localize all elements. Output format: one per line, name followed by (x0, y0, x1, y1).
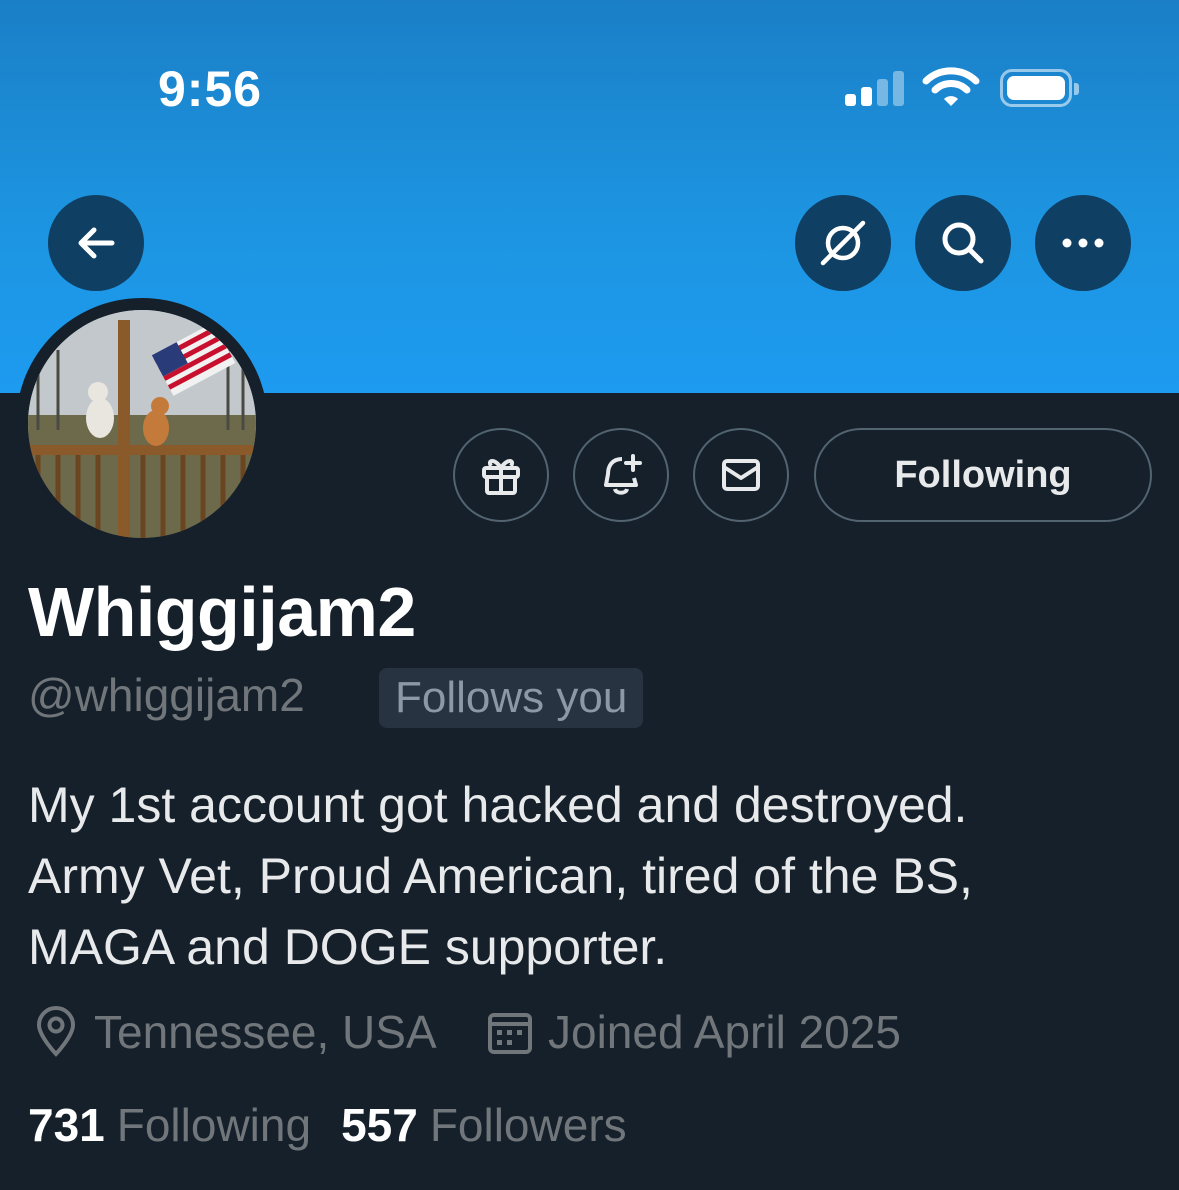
bio-line: Army Vet, Proud American, tired of the B… (28, 848, 973, 904)
message-button[interactable] (693, 428, 789, 522)
status-time: 9:56 (158, 61, 263, 117)
grok-button[interactable] (795, 195, 891, 291)
follows-you-badge: Follows you (379, 668, 644, 728)
following-button[interactable]: Following (814, 428, 1152, 522)
avatar[interactable] (16, 298, 268, 550)
followers-link[interactable]: Followers (430, 1098, 627, 1152)
more-button[interactable] (1035, 195, 1131, 291)
display-name: Whiggijam2 (28, 573, 416, 651)
avatar-image (28, 310, 256, 538)
battery-icon (1000, 69, 1079, 107)
bio-line: MAGA and DOGE supporter. (28, 919, 668, 975)
search-button[interactable] (915, 195, 1011, 291)
gift-button[interactable] (453, 428, 549, 522)
more-horizontal-icon (1062, 238, 1104, 248)
back-button[interactable] (48, 195, 144, 291)
gift-icon (482, 459, 520, 495)
join-date: Joined April 2025 (486, 1000, 901, 1064)
bell-plus-icon (604, 454, 642, 495)
search-icon (942, 222, 984, 264)
followers-count[interactable]: 557 (341, 1098, 418, 1152)
bio-line: My 1st account got hacked and destroyed. (28, 777, 968, 833)
arrow-left-icon (78, 227, 115, 259)
cellular-signal-icon (845, 70, 907, 106)
slash-circle-icon (820, 220, 866, 266)
username-handle: @whiggijam2 (28, 669, 305, 721)
following-link[interactable]: Following (117, 1098, 311, 1152)
profile-bio: My 1st account got hacked and destroyed.… (28, 770, 1148, 983)
location-pin-icon (36, 1006, 76, 1057)
join-date-text: Joined April 2025 (548, 1006, 901, 1058)
wifi-icon (922, 67, 980, 106)
location: Tennessee, USA (32, 1000, 437, 1064)
following-count[interactable]: 731 (28, 1098, 105, 1152)
notifications-button[interactable] (573, 428, 669, 522)
calendar-icon (488, 1013, 532, 1054)
envelope-icon (722, 459, 760, 491)
location-text: Tennessee, USA (94, 1006, 437, 1058)
follow-counts: 731 Following 557 Followers (28, 1098, 657, 1152)
